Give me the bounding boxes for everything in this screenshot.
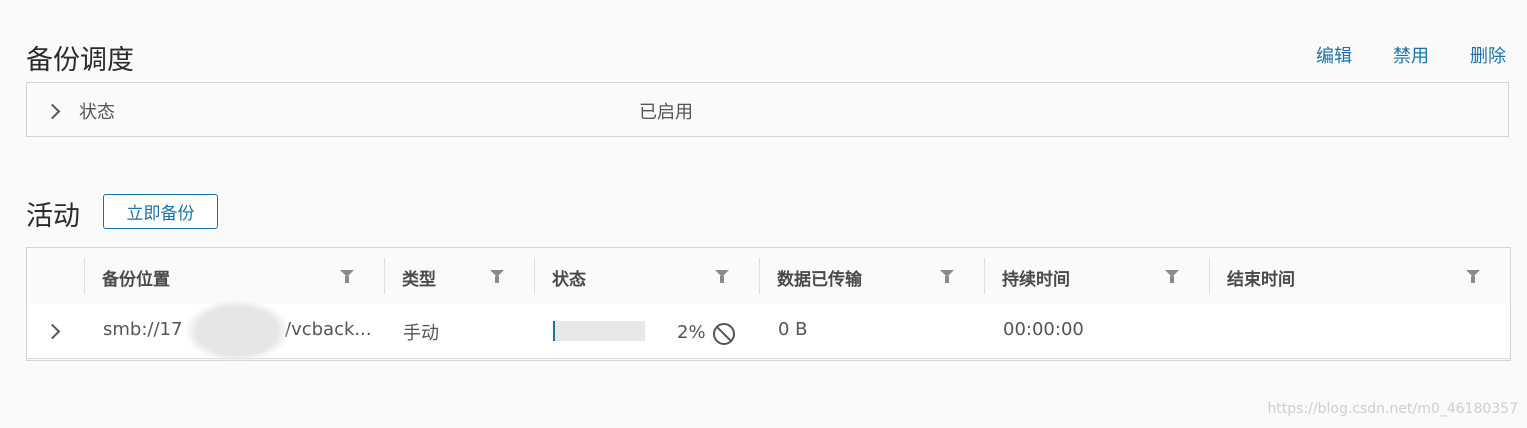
chevron-right-icon[interactable] bbox=[44, 103, 61, 120]
column-header-location[interactable]: 备份位置 bbox=[84, 248, 384, 304]
watermark: https://blog.csdn.net/m0_46180357 bbox=[1267, 401, 1518, 417]
column-header-duration[interactable]: 持续时间 bbox=[984, 248, 1209, 304]
progress-bar bbox=[553, 321, 645, 341]
filter-icon[interactable] bbox=[340, 270, 354, 283]
schedule-status-panel: 状态 已启用 bbox=[26, 82, 1509, 137]
filter-icon[interactable] bbox=[715, 270, 729, 283]
filter-icon[interactable] bbox=[1466, 270, 1480, 283]
schedule-title: 备份调度 bbox=[26, 45, 134, 76]
type-cell: 手动 bbox=[403, 323, 439, 344]
disable-button[interactable]: 禁用 bbox=[1393, 42, 1429, 68]
status-label: 状态 bbox=[79, 102, 115, 123]
duration-cell: 00:00:00 bbox=[1003, 319, 1084, 340]
status-value: 已启用 bbox=[639, 102, 693, 123]
column-header-status[interactable]: 状态 bbox=[534, 248, 759, 304]
cancel-icon[interactable] bbox=[713, 323, 735, 345]
progress-bar-fill bbox=[553, 321, 555, 341]
activity-table: 备份位置 类型 状态 数据已传输 持续时间 结束时间 smb://17 /vcb… bbox=[26, 247, 1511, 362]
data-transferred-cell: 0 B bbox=[778, 319, 808, 340]
chevron-right-icon[interactable] bbox=[44, 323, 61, 340]
filter-icon[interactable] bbox=[940, 270, 954, 283]
column-header-data-transferred[interactable]: 数据已传输 bbox=[759, 248, 984, 304]
activity-title: 活动 bbox=[26, 201, 80, 232]
column-header-label: 数据已传输 bbox=[777, 270, 862, 290]
table-header: 备份位置 类型 状态 数据已传输 持续时间 结束时间 bbox=[27, 248, 1510, 305]
location-cell-suffix: /vcback... bbox=[285, 319, 372, 340]
column-header-type[interactable]: 类型 bbox=[384, 248, 534, 304]
delete-button[interactable]: 删除 bbox=[1470, 42, 1506, 68]
backup-now-button[interactable]: 立即备份 bbox=[103, 194, 218, 229]
column-header-label: 备份位置 bbox=[102, 270, 170, 290]
column-header-end-time[interactable]: 结束时间 bbox=[1209, 248, 1510, 304]
column-header-label: 持续时间 bbox=[1002, 270, 1070, 290]
column-header-label: 状态 bbox=[552, 270, 586, 290]
column-header-label: 类型 bbox=[402, 270, 436, 290]
location-cell-prefix: smb://17 bbox=[103, 319, 183, 340]
redacted-ip-blur bbox=[185, 300, 289, 362]
table-row[interactable]: smb://17 /vcback... 手动 2% 0 B 00:00:00 bbox=[27, 300, 1510, 362]
filter-icon[interactable] bbox=[1165, 270, 1179, 283]
filter-icon[interactable] bbox=[490, 270, 504, 283]
progress-percent: 2% bbox=[677, 322, 706, 343]
edit-button[interactable]: 编辑 bbox=[1316, 42, 1352, 68]
column-header-label: 结束时间 bbox=[1227, 270, 1295, 290]
